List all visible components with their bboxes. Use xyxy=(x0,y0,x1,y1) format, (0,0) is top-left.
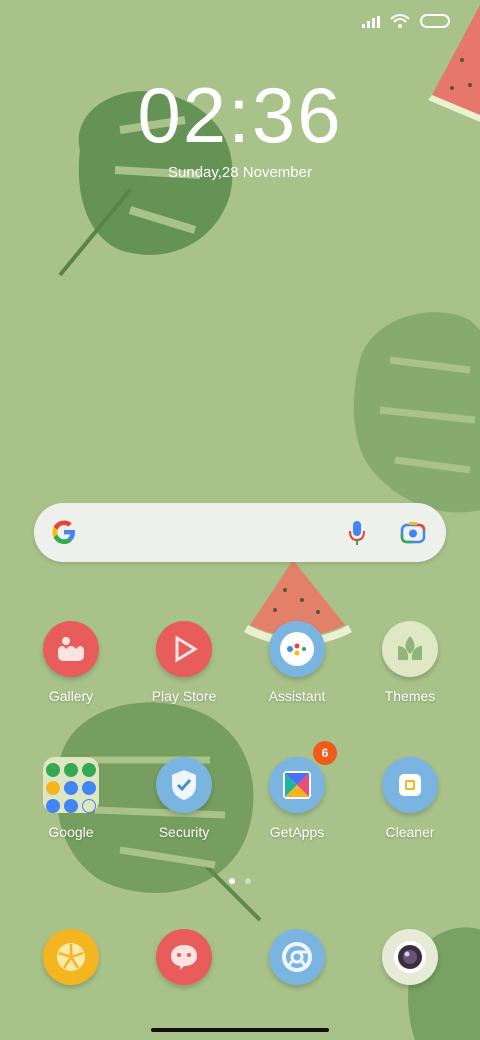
app-gallery[interactable]: Gallery xyxy=(16,621,126,704)
app-label: Play Store xyxy=(151,688,217,704)
page-dot xyxy=(245,878,251,884)
getapps-icon: 6 xyxy=(269,741,337,813)
notification-badge: 6 xyxy=(313,741,337,765)
app-label: Assistant xyxy=(268,688,326,704)
app-play-store[interactable]: Play Store xyxy=(129,621,239,704)
app-google-folder[interactable]: Google xyxy=(16,757,126,840)
monstera-leaf-decoration xyxy=(353,312,480,513)
google-g-icon xyxy=(50,518,78,551)
app-label: Gallery xyxy=(48,688,94,704)
battery-icon xyxy=(420,14,450,33)
dock-app-phone[interactable] xyxy=(16,929,126,985)
app-label: Google xyxy=(48,824,94,840)
app-assistant[interactable]: Assistant xyxy=(242,621,352,704)
gallery-icon xyxy=(43,621,99,677)
app-security[interactable]: Security xyxy=(129,757,239,840)
lens-icon[interactable] xyxy=(400,520,426,551)
security-icon xyxy=(156,757,212,813)
clock-time[interactable]: 02:36 xyxy=(0,70,480,161)
chat-icon xyxy=(156,929,212,985)
cleaner-icon xyxy=(382,757,438,813)
google-search-bar[interactable] xyxy=(34,503,446,562)
google-folder-icon xyxy=(43,757,99,813)
wifi-icon xyxy=(390,14,410,33)
dock-app-camera[interactable] xyxy=(355,929,465,985)
page-dot-active xyxy=(229,878,235,884)
page-indicator[interactable] xyxy=(0,878,480,884)
app-cleaner[interactable]: Cleaner xyxy=(355,757,465,840)
app-label: Cleaner xyxy=(385,824,435,840)
clock-date[interactable]: Sunday,28 November xyxy=(0,164,480,181)
lemon-icon xyxy=(43,929,99,985)
mic-icon[interactable] xyxy=(348,519,366,552)
app-getapps[interactable]: 6 GetApps xyxy=(242,741,352,840)
gesture-navigation-bar[interactable] xyxy=(151,1028,329,1032)
app-label: Themes xyxy=(384,688,436,704)
chrome-icon xyxy=(269,929,325,985)
assistant-icon xyxy=(269,621,325,677)
status-bar xyxy=(362,14,450,33)
play-store-icon xyxy=(156,621,212,677)
camera-icon xyxy=(382,929,438,985)
dock-app-chrome[interactable] xyxy=(242,929,352,985)
app-themes[interactable]: Themes xyxy=(355,621,465,704)
app-label: GetApps xyxy=(269,824,325,840)
app-label: Security xyxy=(158,824,210,840)
themes-icon xyxy=(382,621,438,677)
dock-app-messages[interactable] xyxy=(129,929,239,985)
signal-icon xyxy=(362,15,380,33)
